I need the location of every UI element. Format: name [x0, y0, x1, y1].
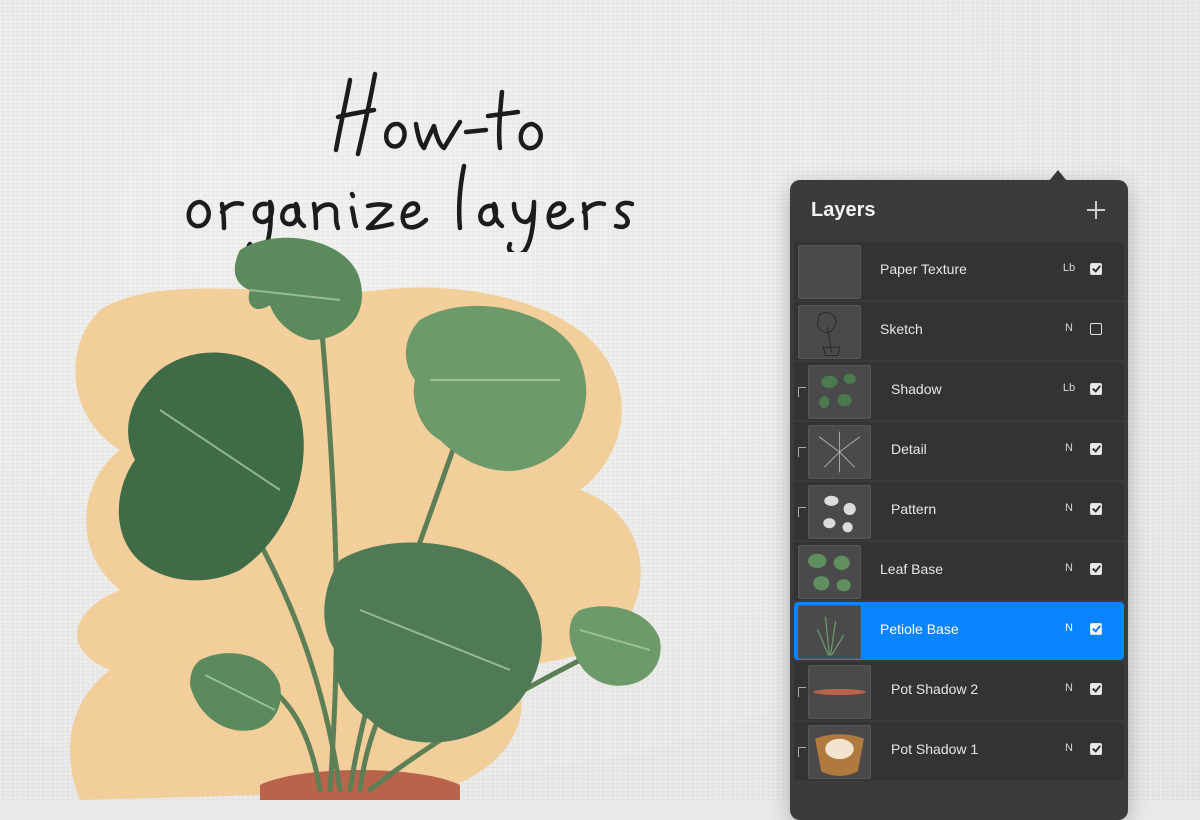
layer-name: Shadow — [891, 381, 942, 397]
layer-thumbnail — [808, 665, 871, 719]
title-lettering — [186, 71, 635, 259]
layer-name: Leaf Base — [880, 561, 944, 577]
layer-row[interactable]: Petiole Base N — [794, 602, 1124, 660]
clipping-mask-icon — [798, 447, 806, 457]
visibility-checkbox[interactable] — [1090, 683, 1102, 695]
visibility-checkbox[interactable] — [1090, 563, 1102, 575]
blend-mode-button[interactable]: N — [1058, 442, 1080, 454]
visibility-checkbox[interactable] — [1090, 503, 1102, 515]
visibility-checkbox[interactable] — [1090, 323, 1102, 335]
layers-panel-header: Layers — [790, 180, 1128, 242]
layer-name: Paper Texture — [880, 261, 967, 277]
blend-mode-button[interactable]: N — [1058, 502, 1080, 514]
blend-mode-button[interactable]: N — [1058, 622, 1080, 634]
plant-artwork — [70, 237, 661, 800]
monstera-illustration — [40, 230, 740, 800]
visibility-checkbox[interactable] — [1090, 743, 1102, 755]
layer-name: Sketch — [880, 321, 923, 337]
layer-name: Pot Shadow 1 — [891, 741, 979, 757]
blend-mode-button[interactable]: N — [1058, 562, 1080, 574]
layer-row[interactable]: Paper Texture Lb — [794, 242, 1124, 300]
layers-panel: Layers Paper Texture Lb Sketch N Shadow Lb Det… — [790, 180, 1128, 820]
layer-row[interactable]: Shadow Lb — [794, 362, 1124, 420]
clipping-mask-icon — [798, 387, 806, 397]
clipping-mask-icon — [798, 507, 806, 517]
layers-panel-title: Layers — [811, 199, 876, 221]
layer-row[interactable]: Leaf Base N — [794, 542, 1124, 600]
blend-mode-button[interactable]: Lb — [1058, 382, 1080, 394]
visibility-checkbox[interactable] — [1090, 383, 1102, 395]
layer-thumbnail — [798, 305, 861, 359]
layer-thumbnail — [808, 725, 871, 779]
layer-name: Pattern — [891, 501, 937, 517]
add-layer-button[interactable] — [1083, 197, 1109, 223]
visibility-checkbox[interactable] — [1090, 623, 1102, 635]
layer-row[interactable]: Sketch N — [794, 302, 1124, 360]
layer-name: Petiole Base — [880, 621, 959, 637]
visibility-checkbox[interactable] — [1090, 263, 1102, 275]
layer-name: Pot Shadow 2 — [891, 681, 979, 697]
blend-mode-button[interactable]: Lb — [1058, 262, 1080, 274]
layer-thumbnail — [798, 605, 861, 659]
blend-mode-button[interactable]: N — [1058, 322, 1080, 334]
clipping-mask-icon — [798, 747, 806, 757]
layer-thumbnail — [798, 245, 861, 299]
layer-thumbnail — [808, 365, 871, 419]
layer-thumbnail — [808, 425, 871, 479]
layer-row[interactable]: Pattern N — [794, 482, 1124, 540]
blend-mode-button[interactable]: N — [1058, 682, 1080, 694]
layer-thumbnail — [798, 545, 861, 599]
layer-row[interactable]: Pot Shadow 1 N — [794, 722, 1124, 780]
layer-name: Detail — [891, 441, 927, 457]
layer-row[interactable]: Detail N — [794, 422, 1124, 480]
blend-mode-button[interactable]: N — [1058, 742, 1080, 754]
layer-thumbnail — [808, 485, 871, 539]
clipping-mask-icon — [798, 687, 806, 697]
handwritten-title — [170, 62, 730, 259]
layer-row[interactable]: Pot Shadow 2 N — [794, 662, 1124, 720]
visibility-checkbox[interactable] — [1090, 443, 1102, 455]
